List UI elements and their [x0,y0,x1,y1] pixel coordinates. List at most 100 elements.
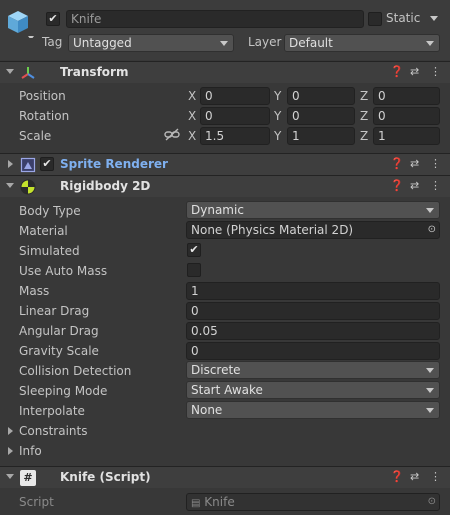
scale-x-field[interactable]: 1.5 [200,127,270,145]
kebab-menu-icon[interactable]: ⋮ [430,179,441,192]
rotation-y-field[interactable]: 0 [287,107,355,125]
rigidbody2d-header-icons: ❓ ⇄ ⋮ [390,179,441,195]
body-type-label: Body Type [19,204,81,218]
sleeping-mode-value: Start Awake [191,383,263,397]
position-y-label[interactable]: Y [274,89,281,103]
angular-drag-label[interactable]: Angular Drag [19,324,99,338]
simulated-checkbox[interactable]: ✔ [187,243,201,257]
sprite-renderer-enabled-toggle[interactable]: ✔ [40,157,54,171]
material-label: Material [19,224,68,238]
script-field[interactable]: ▤ Knife ⊙ [186,493,440,511]
sprite-renderer-header-icons: ❓ ⇄ ⋮ [390,157,441,173]
info-foldout[interactable]: Info [0,441,200,459]
rotation-z-field[interactable]: 0 [373,107,440,125]
foldout-arrow-icon[interactable] [6,183,14,188]
sleeping-mode-dropdown[interactable]: Start Awake [186,381,440,399]
foldout-arrow-icon[interactable] [8,447,13,455]
help-icon[interactable]: ❓ [390,470,404,483]
help-icon[interactable]: ❓ [390,65,404,78]
layer-dropdown[interactable]: Default [284,34,440,52]
rotation-y-label[interactable]: Y [274,109,281,123]
rotation-label[interactable]: Rotation [19,109,69,123]
rigidbody2d-header[interactable]: Rigidbody 2D ❓ ⇄ ⋮ [0,175,450,197]
script-title: Knife (Script) [60,470,151,484]
use-auto-mass-checkbox[interactable] [187,263,201,277]
scale-x-label[interactable]: X [188,129,196,143]
scale-z-label[interactable]: Z [360,129,368,143]
sprite-renderer-title: Sprite Renderer [60,157,168,171]
scale-y-field[interactable]: 1 [287,127,355,145]
presets-icon[interactable]: ⇄ [410,179,419,192]
layer-label: Layer [248,35,282,49]
chevron-down-icon [426,368,434,373]
static-dropdown-arrow[interactable] [430,16,438,21]
position-z-label[interactable]: Z [360,89,368,103]
sprite-renderer-header[interactable]: ✔ Sprite Renderer ❓ ⇄ ⋮ [0,153,450,175]
gameobject-cube-icon[interactable] [6,8,36,40]
rotation-x-label[interactable]: X [188,109,196,123]
angular-drag-field[interactable]: 0.05 [186,322,440,340]
tag-dropdown[interactable]: Untagged [68,34,234,52]
rotation-z-label[interactable]: Z [360,109,368,123]
position-x-field[interactable]: 0 [200,87,270,105]
kebab-menu-icon[interactable]: ⋮ [430,65,441,78]
linear-drag-label[interactable]: Linear Drag [19,304,89,318]
position-z-field[interactable]: 0 [373,87,440,105]
transform-header[interactable]: Transform ❓ ⇄ ⋮ [0,61,450,83]
transform-title: Transform [60,65,129,79]
position-x-label[interactable]: X [188,89,196,103]
unlink-scale-icon[interactable] [164,128,180,142]
foldout-arrow-icon[interactable] [6,474,14,479]
material-field[interactable]: None (Physics Material 2D) ⊙ [186,221,440,239]
position-y-field[interactable]: 0 [287,87,355,105]
body-type-dropdown[interactable]: Dynamic [186,201,440,219]
static-checkbox[interactable] [368,12,382,26]
kebab-menu-icon[interactable]: ⋮ [430,470,441,483]
foldout-arrow-icon[interactable] [8,160,13,168]
gravity-scale-field[interactable]: 0 [186,342,440,360]
foldout-arrow-icon[interactable] [8,427,13,435]
collision-detection-dropdown[interactable]: Discrete [186,361,440,379]
help-icon[interactable]: ❓ [390,179,404,192]
simulated-label: Simulated [19,244,80,258]
collision-detection-label: Collision Detection [19,364,132,378]
presets-icon[interactable]: ⇄ [410,65,419,78]
chevron-down-icon [426,388,434,393]
scale-label[interactable]: Scale [19,129,51,143]
chevron-down-icon [426,208,434,213]
rigidbody2d-title: Rigidbody 2D [60,179,151,193]
gravity-scale-label[interactable]: Gravity Scale [19,344,99,358]
gameobject-name-field[interactable]: Knife [66,10,364,28]
linear-drag-field[interactable]: 0 [186,302,440,320]
constraints-label[interactable]: Constraints [19,424,87,438]
body-type-value: Dynamic [191,203,244,217]
script-hash-icon: # [20,470,36,486]
rigidbody2d-icon [20,179,36,195]
mass-label[interactable]: Mass [19,284,49,298]
object-picker-icon[interactable]: ⊙ [428,494,436,510]
kebab-menu-icon[interactable]: ⋮ [430,157,441,170]
tag-value: Untagged [73,36,132,50]
sleeping-mode-label: Sleeping Mode [19,384,108,398]
script-value: Knife [204,495,235,509]
rotation-x-field[interactable]: 0 [200,107,270,125]
active-toggle[interactable]: ✔ [46,12,60,26]
script-label: Script [19,495,54,509]
info-label[interactable]: Info [19,444,42,458]
scale-z-field[interactable]: 1 [373,127,440,145]
help-icon[interactable]: ❓ [390,157,404,170]
presets-icon[interactable]: ⇄ [410,157,419,170]
script-component-header[interactable]: # Knife (Script) ❓ ⇄ ⋮ [0,466,450,488]
material-value: None (Physics Material 2D) [191,223,354,237]
mass-field[interactable]: 1 [186,282,440,300]
checkmark-icon: ✔ [42,157,52,170]
foldout-arrow-icon[interactable] [6,69,14,74]
transform-header-icons: ❓ ⇄ ⋮ [390,65,441,81]
presets-icon[interactable]: ⇄ [410,470,419,483]
object-picker-icon[interactable]: ⊙ [428,222,436,238]
scale-y-label[interactable]: Y [274,129,281,143]
interpolate-dropdown[interactable]: None [186,401,440,419]
position-label[interactable]: Position [19,89,66,103]
script-file-icon: ▤ [191,498,201,509]
constraints-foldout[interactable]: Constraints [0,421,200,439]
